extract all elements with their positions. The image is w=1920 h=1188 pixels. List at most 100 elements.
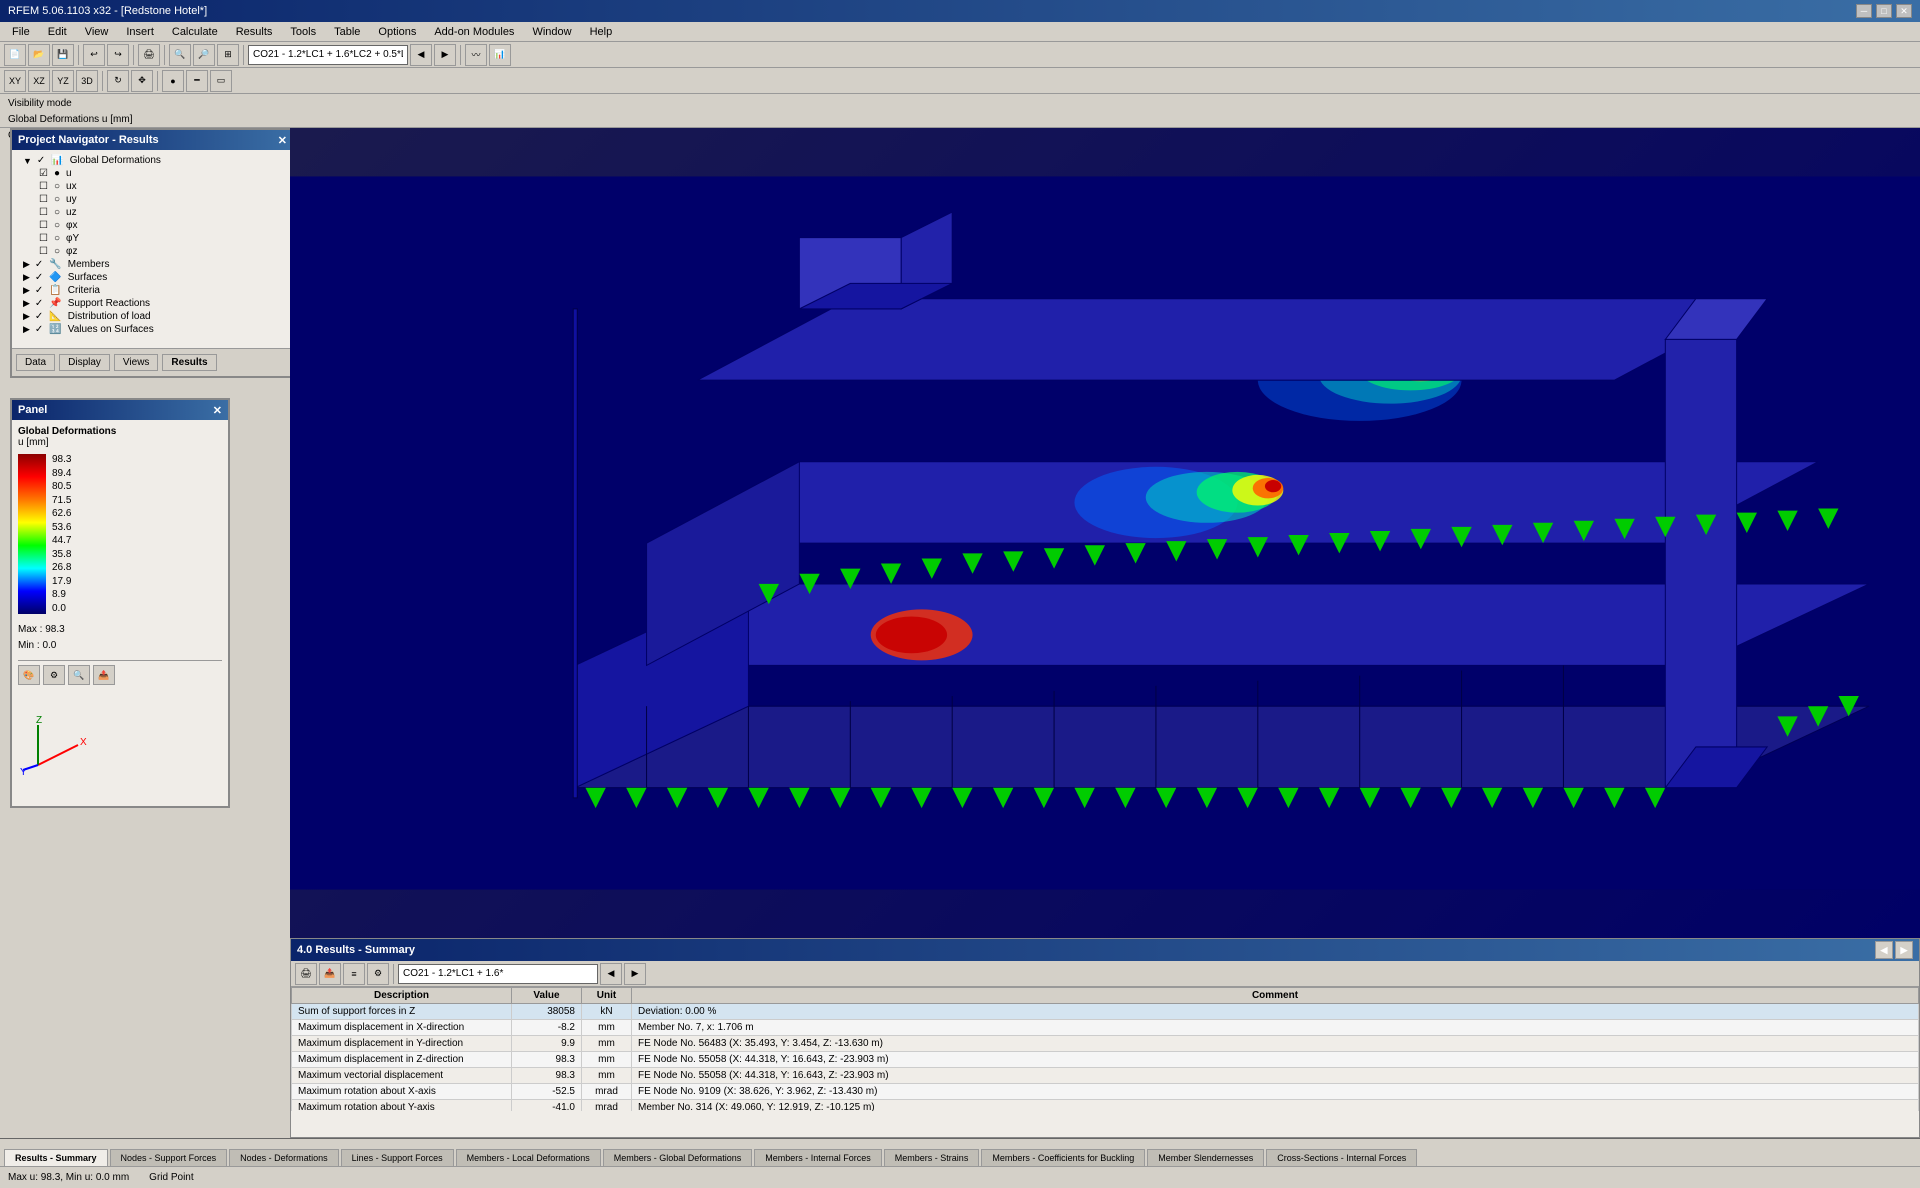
table-row[interactable]: Maximum displacement in X-direction -8.2… xyxy=(292,1020,1919,1036)
col-a: Description xyxy=(292,988,512,1004)
save-btn[interactable]: 💾 xyxy=(52,44,74,66)
menu-item-view[interactable]: View xyxy=(77,24,117,40)
rt-filter-btn[interactable]: ≡ xyxy=(343,963,365,985)
pn-tab-results[interactable]: Results xyxy=(162,354,216,371)
menu-item-tools[interactable]: Tools xyxy=(282,24,324,40)
pn-tab-display[interactable]: Display xyxy=(59,354,110,371)
panel-unit: u [mm] xyxy=(18,437,222,448)
results-combo[interactable] xyxy=(398,964,598,984)
bottom-tab-members---strains[interactable]: Members - Strains xyxy=(884,1149,980,1166)
tree-item-criteria[interactable]: ▶✓📋Criteria xyxy=(16,284,289,297)
tree-item-surfaces[interactable]: ▶✓🔷Surfaces xyxy=(16,271,289,284)
surface-btn[interactable]: ▭ xyxy=(210,70,232,92)
tree-item-global-deformations[interactable]: ▼✓📊Global Deformations xyxy=(16,154,289,167)
scale-label: 26.8 xyxy=(52,562,71,573)
menu-item-results[interactable]: Results xyxy=(228,24,281,40)
results-next-btn[interactable]: ▶ xyxy=(1895,941,1913,959)
print-btn[interactable]: 🖨 xyxy=(138,44,160,66)
bottom-tab-results---summary[interactable]: Results - Summary xyxy=(4,1149,108,1166)
menu-item-file[interactable]: File xyxy=(4,24,38,40)
rt-print-btn[interactable]: 🖨 xyxy=(295,963,317,985)
bottom-tab-members---coefficients-for-buckling[interactable]: Members - Coefficients for Buckling xyxy=(981,1149,1145,1166)
undo-btn[interactable]: ↩ xyxy=(83,44,105,66)
zoom-in-btn[interactable]: 🔍 xyxy=(169,44,191,66)
node-btn[interactable]: ● xyxy=(162,70,184,92)
fit-btn[interactable]: ⊞ xyxy=(217,44,239,66)
panel-settings-btn[interactable]: ⚙ xyxy=(43,665,65,685)
rt-settings-btn[interactable]: ⚙ xyxy=(367,963,389,985)
tree-item-support-reactions[interactable]: ▶✓📌Support Reactions xyxy=(16,297,289,310)
tree-item-uz[interactable]: ☐○uz xyxy=(16,206,289,219)
tree-item-φz[interactable]: ☐○φz xyxy=(16,245,289,258)
prev-lc-btn[interactable]: ◀ xyxy=(410,44,432,66)
panel-export-btn[interactable]: 📤 xyxy=(93,665,115,685)
tree-item-distribution-of-load[interactable]: ▶✓📐Distribution of load xyxy=(16,310,289,323)
tree-item-members[interactable]: ▶✓🔧Members xyxy=(16,258,289,271)
cell-comment: Member No. 314 (X: 49.060, Y: 12.919, Z:… xyxy=(632,1100,1919,1112)
cell-unit: mm xyxy=(582,1052,632,1068)
tree-item-uy[interactable]: ☐○uy xyxy=(16,193,289,206)
menu-item-insert[interactable]: Insert xyxy=(118,24,162,40)
tree-item-φx[interactable]: ☐○φx xyxy=(16,219,289,232)
view-3d-btn[interactable]: 3D xyxy=(76,70,98,92)
rt-next-btn[interactable]: ▶ xyxy=(624,963,646,985)
rt-prev-btn[interactable]: ◀ xyxy=(600,963,622,985)
menu-item-table[interactable]: Table xyxy=(326,24,368,40)
status-max-u: Max u: 98.3, Min u: 0.0 mm xyxy=(8,1172,129,1183)
bottom-tab-cross-sections---internal-forces[interactable]: Cross-Sections - Internal Forces xyxy=(1266,1149,1417,1166)
table-row[interactable]: Sum of support forces in Z 38058 kN Devi… xyxy=(292,1004,1919,1020)
tree-item-ux[interactable]: ☐○ux xyxy=(16,180,289,193)
menu-item-options[interactable]: Options xyxy=(370,24,424,40)
bottom-tab-members---local-deformations[interactable]: Members - Local Deformations xyxy=(456,1149,601,1166)
next-lc-btn[interactable]: ▶ xyxy=(434,44,456,66)
cell-value: -8.2 xyxy=(512,1020,582,1036)
close-button[interactable]: ✕ xyxy=(1896,4,1912,18)
menu-item-help[interactable]: Help xyxy=(582,24,621,40)
table-row[interactable]: Maximum displacement in Y-direction 9.9 … xyxy=(292,1036,1919,1052)
menu-item-window[interactable]: Window xyxy=(524,24,579,40)
rotate-btn[interactable]: ↻ xyxy=(107,70,129,92)
menu-item-add-on modules[interactable]: Add-on Modules xyxy=(426,24,522,40)
table-row[interactable]: Maximum vectorial displacement 98.3 mm F… xyxy=(292,1068,1919,1084)
tree-item-φy[interactable]: ☐○φY xyxy=(16,232,289,245)
pan-btn[interactable]: ✥ xyxy=(131,70,153,92)
panel-color-btn[interactable]: 🎨 xyxy=(18,665,40,685)
bottom-tab-nodes---support-forces[interactable]: Nodes - Support Forces xyxy=(110,1149,228,1166)
panel-zoom-btn[interactable]: 🔍 xyxy=(68,665,90,685)
table-row[interactable]: Maximum displacement in Z-direction 98.3… xyxy=(292,1052,1919,1068)
rt-export-btn[interactable]: 📤 xyxy=(319,963,341,985)
maximize-button[interactable]: □ xyxy=(1876,4,1892,18)
view-xz-btn[interactable]: XZ xyxy=(28,70,50,92)
pn-close-btn[interactable]: ✕ xyxy=(278,134,287,147)
member-btn[interactable]: ━ xyxy=(186,70,208,92)
bottom-tab-nodes---deformations[interactable]: Nodes - Deformations xyxy=(229,1149,339,1166)
new-btn[interactable]: 📄 xyxy=(4,44,26,66)
load-combo[interactable] xyxy=(248,45,408,65)
results-table-wrap[interactable]: Description Value Unit Comment Sum of su… xyxy=(291,987,1919,1111)
pn-tab-views[interactable]: Views xyxy=(114,354,159,371)
open-btn[interactable]: 📂 xyxy=(28,44,50,66)
cell-comment: Deviation: 0.00 % xyxy=(632,1004,1919,1020)
panel-close-btn[interactable]: ✕ xyxy=(213,404,222,417)
bottom-tab-lines---support-forces[interactable]: Lines - Support Forces xyxy=(341,1149,454,1166)
bottom-tab-members---global-deformations[interactable]: Members - Global Deformations xyxy=(603,1149,753,1166)
bottom-tab-member-slendernesses[interactable]: Member Slendernesses xyxy=(1147,1149,1264,1166)
deform-btn[interactable]: 〰 xyxy=(465,44,487,66)
view-xy-btn[interactable]: XY xyxy=(4,70,26,92)
menu-item-edit[interactable]: Edit xyxy=(40,24,75,40)
sep2 xyxy=(133,45,134,65)
tree-item-values-on-surfaces[interactable]: ▶✓🔢Values on Surfaces xyxy=(16,323,289,336)
pn-tab-data[interactable]: Data xyxy=(16,354,55,371)
result-btn[interactable]: 📊 xyxy=(489,44,511,66)
menu-item-calculate[interactable]: Calculate xyxy=(164,24,226,40)
viewport[interactable]: 4.0 Results - Summary ◀ ▶ 🖨 📤 ≡ ⚙ ◀ ▶ xyxy=(290,128,1920,1138)
zoom-out-btn[interactable]: 🔎 xyxy=(193,44,215,66)
table-row[interactable]: Maximum rotation about Y-axis -41.0 mrad… xyxy=(292,1100,1919,1112)
bottom-tab-members---internal-forces[interactable]: Members - Internal Forces xyxy=(754,1149,882,1166)
minimize-button[interactable]: ─ xyxy=(1856,4,1872,18)
redo-btn[interactable]: ↪ xyxy=(107,44,129,66)
results-prev-btn[interactable]: ◀ xyxy=(1875,941,1893,959)
view-yz-btn[interactable]: YZ xyxy=(52,70,74,92)
tree-item-u[interactable]: ☑●u xyxy=(16,167,289,180)
table-row[interactable]: Maximum rotation about X-axis -52.5 mrad… xyxy=(292,1084,1919,1100)
